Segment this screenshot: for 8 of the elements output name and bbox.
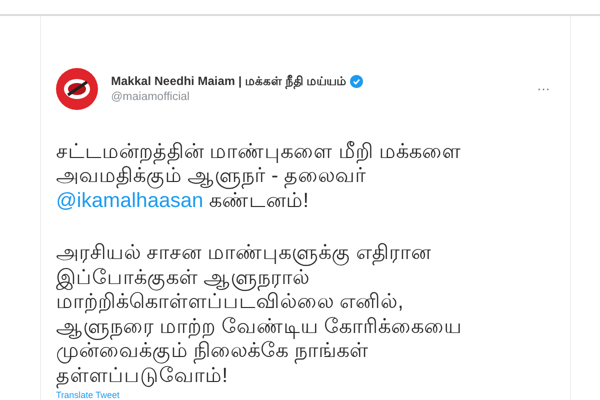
- tweet-text: சட்டமன்றத்தின் மாண்புகளை மீறி மக்களை அவமதிக்கும் ஆளுநர் - தலைவர் @ikamalhaasan கண்டனம்!: [56, 140, 462, 213]
- tweet-text: அரசியல் சாசன மாண்புகளுக்கு எதிரான இப்போக்குகள் ஆளுநரால் மாற்றிக்கொள்ளப்படவில்லை எனில், ஆளுநரை மாற்ற வேண்டிய கோரிக்கையை முன்வைக்கும் நிலைக்கே நாங்கள் தள்ளப்படுவோம்!: [56, 241, 464, 388]
- translate-link[interactable]: Translate Tweet: [56, 390, 570, 400]
- more-button[interactable]: ···: [537, 81, 550, 96]
- author-handle[interactable]: @maiamofficial: [111, 91, 524, 103]
- author-name[interactable]: Makkal Needhi Maiam | மக்கள் நீதி மய்யம்: [111, 74, 347, 89]
- mention-link[interactable]: @ikamalhaasan: [56, 188, 204, 212]
- avatar-logo[interactable]: [56, 68, 98, 110]
